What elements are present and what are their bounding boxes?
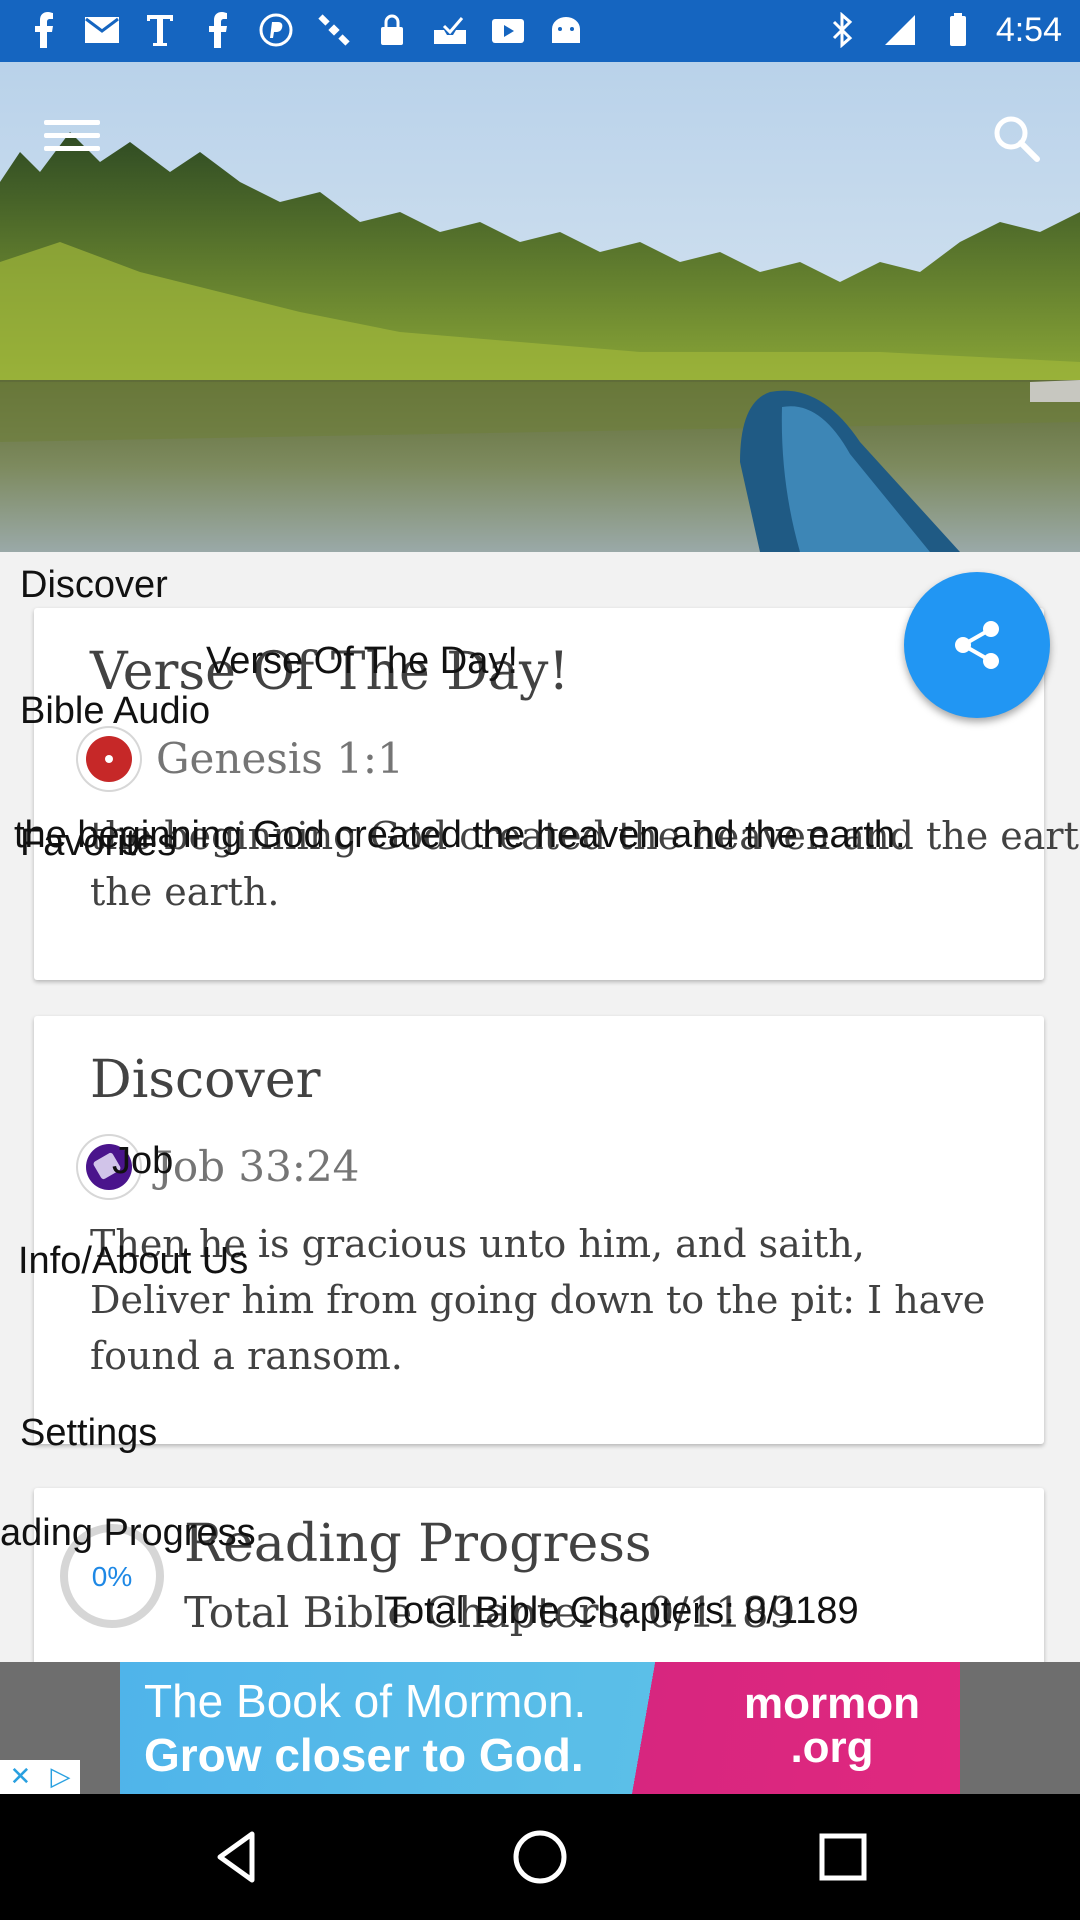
- menu-item-discover[interactable]: Discover: [20, 564, 168, 607]
- total-chapters-overlay: Total Bible Chapters: 0/1189: [384, 1590, 859, 1632]
- menu-item-settings[interactable]: Settings: [20, 1412, 157, 1455]
- lock-icon: [372, 10, 412, 50]
- search-button[interactable]: [990, 112, 1044, 166]
- verse-reference: Job 33:24: [156, 1142, 360, 1191]
- adchoices-icon[interactable]: ▷: [50, 1762, 70, 1792]
- bluetooth-icon: [822, 10, 862, 50]
- navigation-bar: [0, 1794, 1080, 1920]
- inbox-icon: [430, 10, 470, 50]
- clock: 4:54: [995, 10, 1062, 49]
- back-icon: [217, 1831, 255, 1883]
- progress-percent: 0%: [92, 1561, 132, 1592]
- satellite-icon: [314, 10, 354, 50]
- card-title: Discover: [90, 1050, 321, 1110]
- discover-card[interactable]: Discover Job 33:24 Then he is gracious u…: [34, 1016, 1044, 1444]
- paypal-icon: [256, 10, 296, 50]
- ad-brand-line-1: mormon: [744, 1679, 920, 1728]
- battery-icon: [938, 10, 978, 50]
- recents-button[interactable]: [808, 1822, 878, 1892]
- verse-of-the-day-card[interactable]: Verse Of The Day! Genesis 1:1 the beginn…: [34, 608, 1080, 980]
- ad-brand-line-2: .org: [790, 1723, 874, 1772]
- android-icon: [546, 10, 586, 50]
- ad-controls[interactable]: ✕ ▷: [0, 1760, 80, 1794]
- search-icon: [994, 116, 1040, 162]
- system-status: 4:54: [822, 10, 1062, 50]
- back-button[interactable]: [202, 1822, 272, 1892]
- mail-icon: [82, 10, 122, 50]
- verse-title-overlay: Verse Of The Day!: [206, 640, 518, 682]
- facebook-icon: [24, 10, 64, 50]
- notification-icons: [24, 10, 586, 50]
- home-icon: [513, 1830, 567, 1884]
- verse-text-overlay: the beginning God created the heaven and…: [14, 814, 906, 856]
- ad-text: The Book of Mormon. Grow closer to God.: [144, 1674, 586, 1782]
- text-icon: [140, 10, 180, 50]
- book-name-overlay: Job: [112, 1140, 174, 1182]
- verse-reference: Genesis 1:1: [156, 734, 404, 783]
- home-button[interactable]: [505, 1822, 575, 1892]
- ad-brand: mormon .org: [744, 1682, 920, 1770]
- ad-line-1: The Book of Mormon.: [144, 1675, 587, 1727]
- close-icon[interactable]: ✕: [10, 1762, 32, 1792]
- ad-content[interactable]: The Book of Mormon. Grow closer to God. …: [120, 1662, 960, 1794]
- share-icon: [955, 621, 999, 669]
- verse-text-line2: the earth.: [90, 870, 280, 914]
- menu-button[interactable]: [44, 112, 100, 162]
- signal-icon: [880, 10, 920, 50]
- recents-icon: [819, 1833, 867, 1881]
- video-icon: [488, 10, 528, 50]
- share-button[interactable]: [904, 572, 1050, 718]
- status-bar: 4:54: [0, 0, 1080, 62]
- hamburger-icon: [44, 120, 100, 125]
- bible-app-icon: [78, 728, 140, 790]
- ad-line-2: Grow closer to God.: [144, 1729, 584, 1781]
- header-image: [0, 62, 1080, 552]
- menu-item-bible-audio[interactable]: Bible Audio: [20, 690, 210, 733]
- menu-item-info-about[interactable]: Info/About Us: [18, 1240, 248, 1283]
- ad-banner[interactable]: The Book of Mormon. Grow closer to God. …: [0, 1662, 1080, 1794]
- facebook-icon: [198, 10, 238, 50]
- menu-item-reading-progress[interactable]: ading Progress: [0, 1512, 256, 1555]
